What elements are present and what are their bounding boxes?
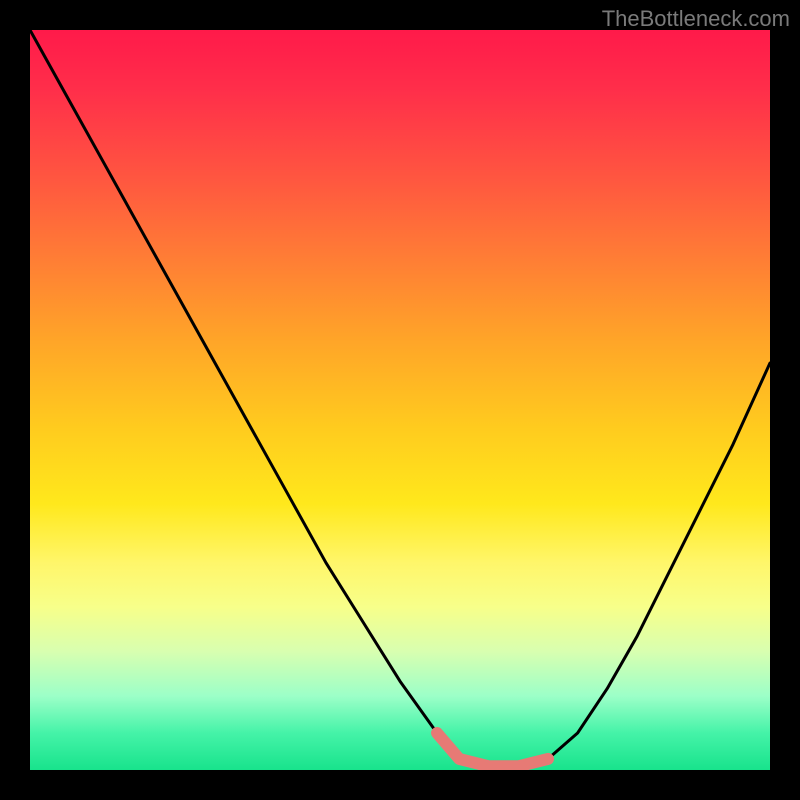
watermark-text: TheBottleneck.com [602,6,790,32]
bottleneck-curve-line [30,30,770,766]
chart-container: TheBottleneck.com [0,0,800,800]
plot-area [30,30,770,770]
curve-svg [30,30,770,770]
highlight-segment [437,733,548,766]
